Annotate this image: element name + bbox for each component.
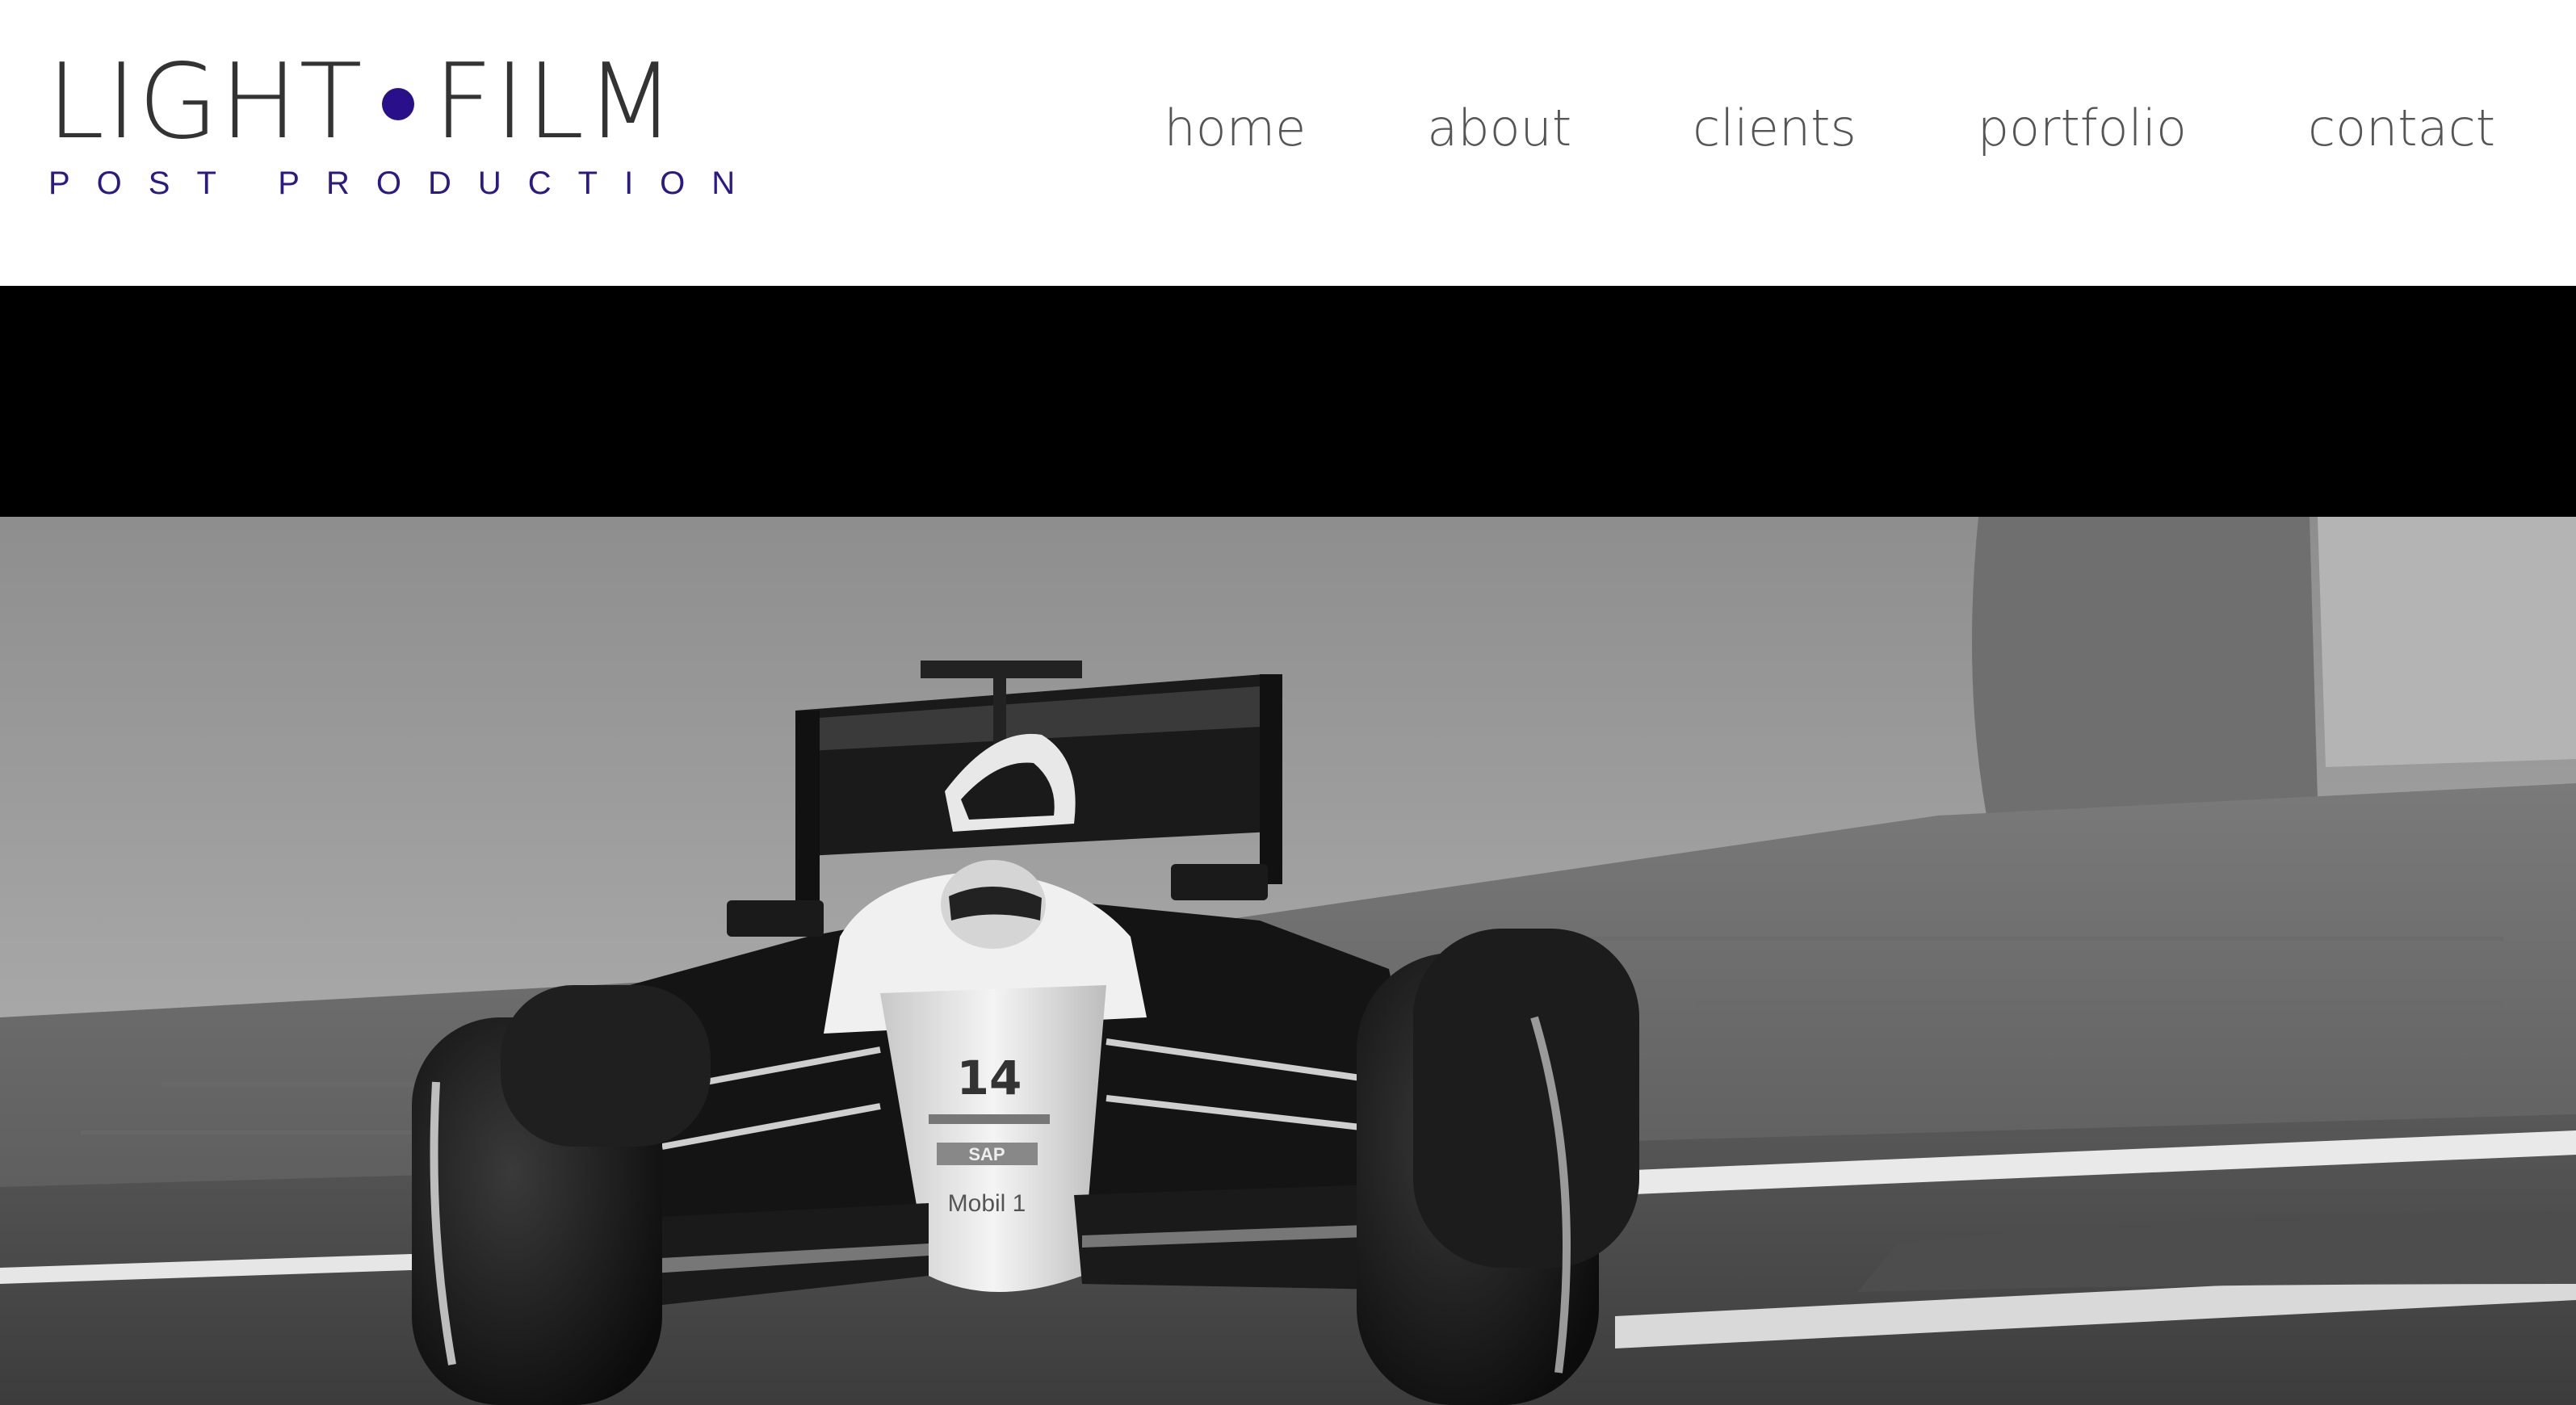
sponsor-label-mobil: Mobil 1 [948, 1190, 1026, 1217]
nav-item-about[interactable]: about [1427, 99, 1571, 157]
sponsor-label-sap: SAP [968, 1144, 1005, 1164]
hero-image-race-car: 14 SAP Mobil 1 [0, 517, 2576, 1405]
logo-word-light: LIGHT [47, 42, 364, 162]
nav-item-contact[interactable]: contact [2308, 99, 2495, 157]
hero-illustration: 14 SAP Mobil 1 [0, 517, 2576, 1405]
nav-item-home[interactable]: home [1164, 99, 1306, 157]
logo-wordmark: LIGHT FILM [47, 50, 677, 155]
left-mirror [727, 900, 824, 937]
nav-item-portfolio[interactable]: portfolio [1978, 99, 2187, 157]
logo-subtitle: POST PRODUCTION [48, 166, 762, 201]
main-navigation: home about clients portfolio contact [1164, 87, 2495, 168]
nav-item-clients[interactable]: clients [1693, 99, 1856, 157]
logo-dot-icon [381, 88, 414, 120]
barrier-block [1972, 517, 2318, 816]
right-mirror [1171, 864, 1268, 900]
logo-word-film: FILM [433, 42, 677, 162]
site-logo[interactable]: LIGHT FILM POST PRODUCTION [47, 50, 735, 212]
video-letterbox-band [0, 286, 2576, 517]
rear-left-tyre [501, 985, 711, 1147]
car-number: 14 [957, 1051, 1022, 1105]
site-header: LIGHT FILM POST PRODUCTION home about cli… [0, 0, 2576, 286]
rear-right-tyre [1413, 929, 1639, 1268]
